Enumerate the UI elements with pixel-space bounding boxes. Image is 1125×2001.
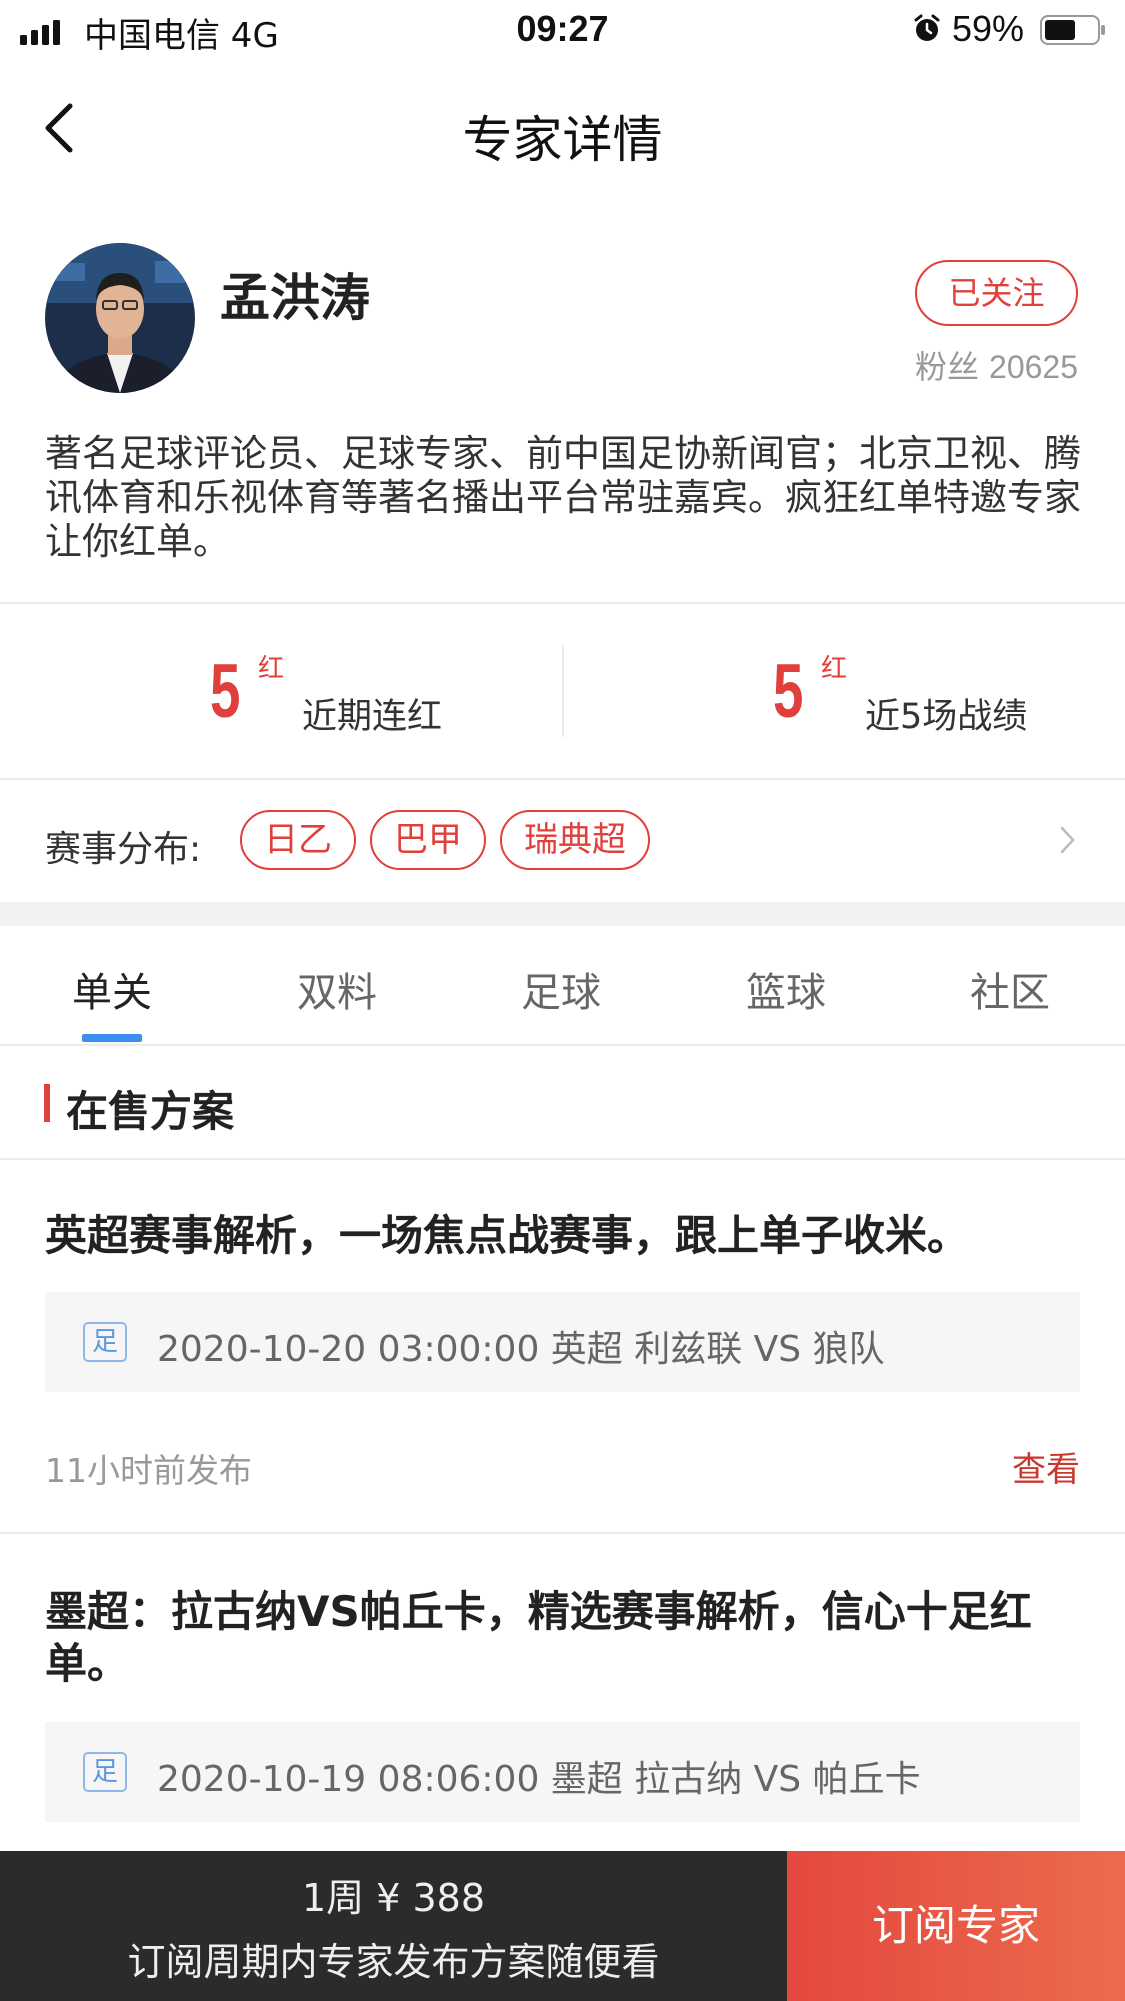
tab-double[interactable]: 双料 bbox=[242, 960, 432, 1018]
view-button[interactable]: 查看 bbox=[1012, 1442, 1080, 1491]
divider bbox=[0, 1532, 1125, 1534]
divider bbox=[0, 1044, 1125, 1046]
stat-divider bbox=[562, 645, 564, 737]
stat-value: 5 bbox=[773, 649, 804, 734]
fans-count: 粉丝 20625 bbox=[915, 342, 1078, 388]
section-title: 在售方案 bbox=[66, 1087, 235, 1136]
tab-community[interactable]: 社区 bbox=[915, 960, 1105, 1018]
price-label: 1周 ¥ 388 bbox=[301, 1876, 486, 1920]
football-badge-icon: 足 bbox=[83, 1322, 127, 1362]
league-tag[interactable]: 日乙 bbox=[240, 810, 356, 870]
subscribe-bar: 1周 ¥ 388 订阅周期内专家发布方案随便看 订阅专家 bbox=[0, 1851, 1125, 2001]
stat-suffix: 红 bbox=[821, 654, 848, 684]
match-text: 2020-10-20 03:00:00 英超 利兹联 VS 狼队 bbox=[157, 1329, 885, 1370]
stat-label: 近期连红 bbox=[302, 697, 443, 737]
expert-name: 孟洪涛 bbox=[220, 269, 370, 327]
tab-indicator bbox=[82, 1034, 142, 1042]
chevron-right-icon[interactable] bbox=[1058, 822, 1078, 858]
league-tag[interactable]: 瑞典超 bbox=[500, 810, 650, 870]
section-separator bbox=[0, 902, 1125, 926]
tab-bar: 单关 双料 足球 篮球 社区 bbox=[0, 926, 1125, 1044]
tab-single[interactable]: 单关 bbox=[17, 960, 207, 1018]
plan-title[interactable]: 英超赛事解析，一场焦点战赛事，跟上单子收米。 bbox=[45, 1210, 1085, 1262]
stat-suffix: 红 bbox=[258, 654, 285, 684]
divider bbox=[0, 602, 1125, 604]
distribution-label: 赛事分布: bbox=[45, 829, 202, 870]
fans-number: 20625 bbox=[989, 349, 1078, 385]
league-tag[interactable]: 巴甲 bbox=[370, 810, 486, 870]
page-title: 专家详情 bbox=[462, 111, 663, 169]
fans-label: 粉丝 bbox=[915, 349, 980, 385]
divider bbox=[0, 778, 1125, 780]
stat-label: 近5场战绩 bbox=[865, 697, 1028, 737]
price-panel: 1周 ¥ 388 订阅周期内专家发布方案随便看 bbox=[0, 1851, 787, 2001]
avatar bbox=[45, 243, 195, 393]
league-tags: 日乙 巴甲 瑞典超 bbox=[240, 810, 650, 870]
publish-time: 11小时前发布 bbox=[45, 1451, 252, 1490]
battery-percent: 59% bbox=[952, 8, 1025, 49]
expert-bio: 著名足球评论员、足球专家、前中国足协新闻官；北京卫视、腾讯体育和乐视体育等著名播… bbox=[45, 432, 1081, 563]
tab-football[interactable]: 足球 bbox=[466, 960, 656, 1018]
alarm-icon bbox=[914, 14, 940, 41]
match-text: 2020-10-19 08:06:00 墨超 拉古纳 VS 帕丘卡 bbox=[157, 1759, 921, 1800]
plan-title[interactable]: 墨超：拉古纳VS帕丘卡，精选赛事解析，信心十足红单。 bbox=[45, 1586, 1085, 1690]
status-bar: 中国电信 4G 09:27 59% bbox=[0, 0, 1125, 62]
tab-basketball[interactable]: 篮球 bbox=[691, 960, 881, 1018]
stat-value: 5 bbox=[210, 649, 241, 734]
match-info[interactable]: 足 2020-10-20 03:00:00 英超 利兹联 VS 狼队 bbox=[45, 1292, 1080, 1392]
divider bbox=[0, 1158, 1125, 1160]
price-description: 订阅周期内专家发布方案随便看 bbox=[127, 1940, 660, 1984]
section-marker bbox=[44, 1084, 50, 1122]
subscribe-button[interactable]: 订阅专家 bbox=[787, 1851, 1125, 2001]
football-badge-icon: 足 bbox=[83, 1752, 127, 1792]
nav-bar: 专家详情 bbox=[0, 62, 1125, 192]
match-info[interactable]: 足 2020-10-19 08:06:00 墨超 拉古纳 VS 帕丘卡 bbox=[45, 1722, 1080, 1822]
battery-icon bbox=[1040, 15, 1105, 45]
follow-button[interactable]: 已关注 bbox=[915, 260, 1078, 326]
